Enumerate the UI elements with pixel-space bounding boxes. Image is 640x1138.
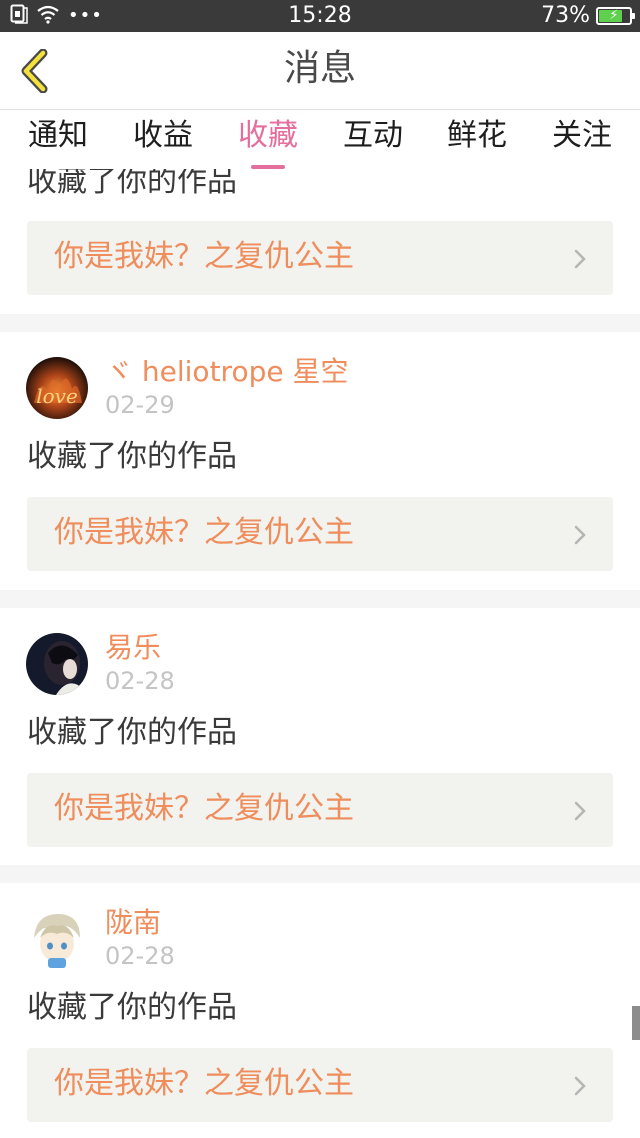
fire-love-avatar: love	[26, 357, 88, 419]
svg-text:love: love	[36, 384, 78, 408]
nav-header: 消息	[0, 32, 640, 110]
tab-follows[interactable]: 关注	[530, 111, 634, 169]
tab-label: 关注	[552, 118, 612, 153]
tab-label: 通知	[28, 118, 88, 153]
work-link[interactable]: 你是我妹？之复仇公主	[27, 497, 613, 571]
status-right: 73% ⚡	[541, 2, 635, 30]
work-title: 你是我妹？之复仇公主	[54, 239, 354, 274]
work-title: 你是我妹？之复仇公主	[54, 515, 354, 550]
action-text: 收藏了你的作品	[27, 439, 237, 474]
user-name[interactable]: ヾ heliotrope 星空	[105, 355, 348, 389]
message-card: 易乐 02-28 收藏了你的作品 你是我妹？之复仇公主	[0, 608, 640, 865]
message-card: 收藏了你的作品 你是我妹？之复仇公主	[0, 169, 640, 314]
action-text: 收藏了你的作品	[27, 169, 237, 199]
work-title: 你是我妹？之复仇公主	[54, 791, 354, 826]
battery-charging-icon: ⚡	[596, 7, 635, 25]
battery-percent: 73%	[541, 3, 590, 28]
post-date: 02-29	[105, 391, 175, 419]
avatar[interactable]	[26, 908, 88, 970]
message-card: 陇南 02-28 收藏了你的作品 你是我妹？之复仇公主	[0, 883, 640, 1138]
status-bar: ••• 15:28 73% ⚡	[0, 0, 640, 32]
avatar[interactable]	[26, 633, 88, 695]
tab-label: 收益	[133, 118, 193, 153]
page-title: 消息	[283, 48, 356, 89]
post-date: 02-28	[105, 942, 175, 970]
tab-label: 互动	[343, 118, 403, 153]
tab-interactions[interactable]: 互动	[321, 111, 425, 169]
avatar[interactable]: love	[26, 357, 88, 419]
chevron-right-icon	[574, 1076, 586, 1096]
work-link[interactable]: 你是我妹？之复仇公主	[27, 221, 613, 295]
tab-label: 收藏	[238, 118, 298, 153]
scrollbar-thumb[interactable]	[632, 1006, 640, 1040]
work-title: 你是我妹？之复仇公主	[54, 1066, 354, 1101]
tab-notifications[interactable]: 通知	[6, 111, 110, 169]
work-link[interactable]: 你是我妹？之复仇公主	[27, 773, 613, 847]
bolt-icon: ⚡	[609, 8, 619, 23]
message-card: love ヾ heliotrope 星空 02-29 收藏了你的作品 你是我妹？…	[0, 332, 640, 590]
work-link[interactable]: 你是我妹？之复仇公主	[27, 1048, 613, 1122]
anime-boy-avatar	[26, 908, 88, 970]
dark-portrait-avatar	[26, 633, 88, 695]
chevron-right-icon	[574, 801, 586, 821]
post-date: 02-28	[105, 667, 175, 695]
tab-flowers[interactable]: 鲜花	[425, 111, 529, 169]
tab-earnings[interactable]: 收益	[111, 111, 215, 169]
tab-label: 鲜花	[447, 118, 507, 153]
tab-favorites[interactable]: 收藏	[216, 111, 320, 169]
user-name[interactable]: 陇南	[105, 906, 161, 940]
message-list[interactable]: 收藏了你的作品 你是我妹？之复仇公主 love ヾ heliotrope 星空 …	[0, 169, 640, 1138]
category-tabs: 通知 收益 收藏 互动 鲜花 关注	[0, 111, 640, 169]
user-name[interactable]: 易乐	[105, 631, 161, 665]
chevron-right-icon	[574, 525, 586, 545]
action-text: 收藏了你的作品	[27, 715, 237, 750]
action-text: 收藏了你的作品	[27, 990, 237, 1025]
chevron-right-icon	[574, 249, 586, 269]
